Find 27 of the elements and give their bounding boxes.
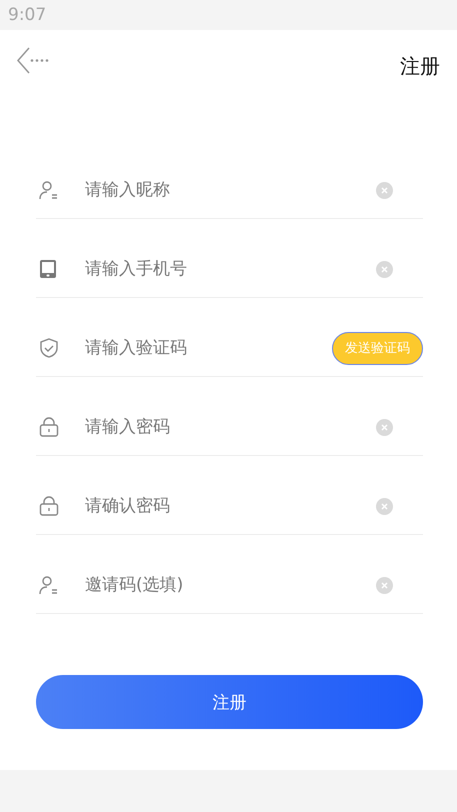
tablet-icon (39, 259, 57, 279)
input-field[interactable]: 请输入验证码 (83, 337, 332, 359)
clear-button[interactable] (376, 182, 393, 198)
register-button[interactable]: 注册 (36, 675, 423, 729)
user-icon (39, 180, 59, 200)
input-field[interactable]: 请输入密码 (83, 416, 376, 438)
close-icon (381, 582, 388, 588)
input-field[interactable]: 邀请码(选填) (83, 574, 376, 596)
input-field[interactable]: 请输入昵称 (83, 179, 376, 201)
clear-button[interactable] (376, 418, 393, 436)
clear-button[interactable] (376, 498, 393, 514)
clear-button[interactable] (376, 260, 393, 278)
shield-check-icon (39, 338, 59, 358)
input-field[interactable]: 请输入手机号 (83, 258, 376, 280)
page-title: 注册 (400, 52, 440, 80)
clear-button[interactable] (376, 576, 393, 594)
status-time: 9:07 (8, 5, 46, 25)
back-button[interactable] (16, 46, 49, 74)
lock-icon (39, 417, 59, 437)
user-icon (39, 575, 59, 595)
back-arrow-icon (16, 46, 49, 74)
close-icon (381, 424, 388, 430)
input-field[interactable]: 请确认密码 (83, 495, 376, 517)
close-icon (381, 186, 388, 194)
close-icon (381, 266, 388, 272)
close-icon (381, 502, 388, 510)
lock-icon (39, 496, 59, 516)
